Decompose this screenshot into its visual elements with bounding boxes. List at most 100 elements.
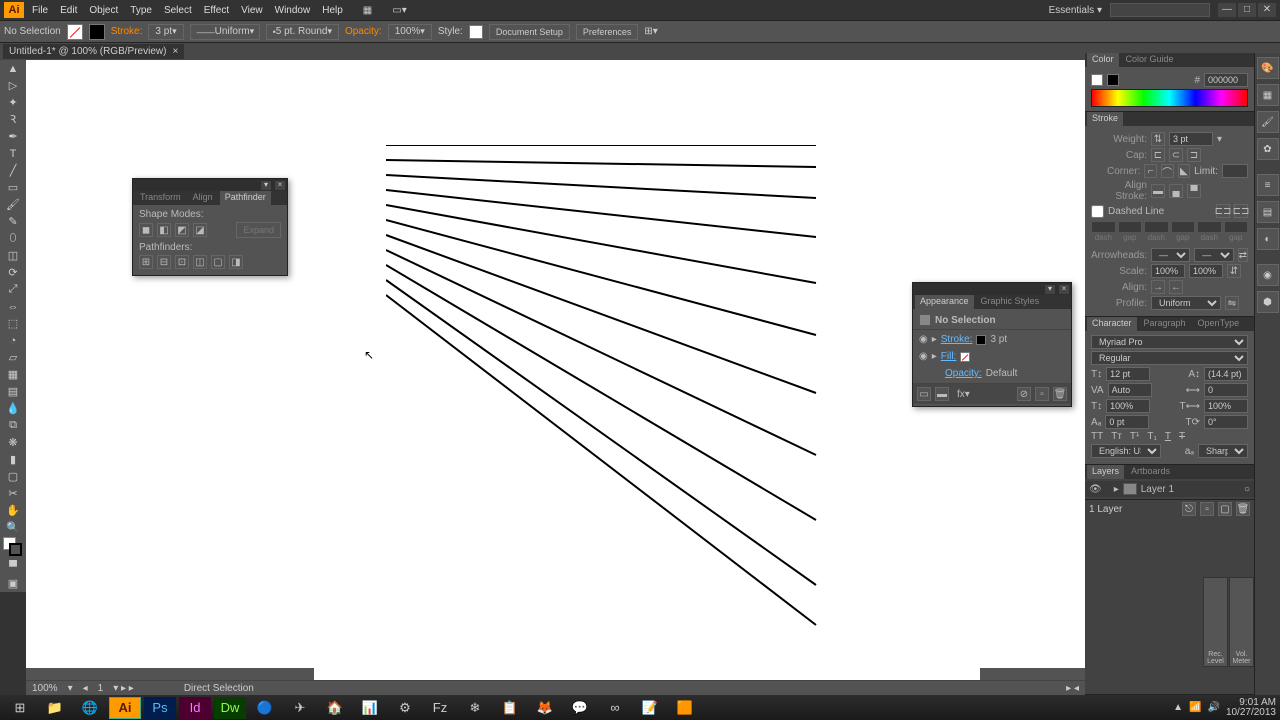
- strip-symbols-icon[interactable]: ✿: [1257, 138, 1279, 160]
- new-layer-icon[interactable]: ▢: [1218, 502, 1232, 516]
- fill-stroke-control[interactable]: [0, 536, 26, 558]
- target-icon[interactable]: ○: [1244, 484, 1250, 495]
- gap2[interactable]: [1171, 221, 1196, 233]
- menu-type[interactable]: Type: [130, 5, 152, 16]
- stroke-weight[interactable]: [1169, 132, 1213, 146]
- locate-icon[interactable]: ⎋: [1182, 502, 1196, 516]
- visibility-icon[interactable]: ◉: [919, 351, 928, 362]
- clock[interactable]: 9:01 AM10/27/2013: [1226, 698, 1276, 718]
- line-tool[interactable]: ╱: [0, 162, 26, 179]
- style-swatch[interactable]: [469, 25, 483, 39]
- dash-align[interactable]: ⊏⊐: [1234, 204, 1248, 218]
- type-tool[interactable]: T: [0, 145, 26, 162]
- clear-icon[interactable]: ⊘: [1017, 387, 1031, 401]
- app-icon-7[interactable]: 💬: [564, 697, 596, 719]
- trim-icon[interactable]: ⊟: [157, 255, 171, 269]
- preferences-button[interactable]: Preferences: [576, 24, 639, 40]
- tab-pathfinder[interactable]: Pathfinder: [220, 191, 271, 205]
- align-outside[interactable]: ▀: [1187, 184, 1201, 198]
- app-icon-8[interactable]: 🟧: [669, 697, 701, 719]
- strip-graphic-styles-icon[interactable]: ⬢: [1257, 291, 1279, 313]
- brush-select[interactable]: —— Uniform ▾: [190, 24, 260, 40]
- gradient-tool[interactable]: ▤: [0, 383, 26, 400]
- strip-gradient-icon[interactable]: ▤: [1257, 201, 1279, 223]
- strikethrough-icon[interactable]: T: [1179, 431, 1185, 442]
- variable-width-profile[interactable]: • 5 pt. Round ▾: [266, 24, 339, 40]
- antialiasing[interactable]: Sharp: [1198, 444, 1248, 458]
- duplicate-icon[interactable]: ▫: [1035, 387, 1049, 401]
- collapse-icon[interactable]: ▾: [261, 181, 271, 190]
- menu-effect[interactable]: Effect: [204, 5, 229, 16]
- arrow-end[interactable]: —: [1194, 248, 1233, 262]
- menu-file[interactable]: File: [32, 5, 48, 16]
- horizontal-scale[interactable]: [1204, 399, 1248, 413]
- eraser-tool[interactable]: ◫: [0, 247, 26, 264]
- network-icon[interactable]: 📶: [1189, 702, 1201, 713]
- tab-color-guide[interactable]: Color Guide: [1121, 53, 1179, 67]
- tab-paragraph[interactable]: Paragraph: [1139, 317, 1191, 331]
- stroke-label[interactable]: Stroke:: [111, 26, 143, 37]
- color-spectrum[interactable]: [1091, 89, 1248, 107]
- collapse-icon[interactable]: ▾: [1045, 285, 1055, 294]
- dash1[interactable]: [1091, 221, 1116, 233]
- app-icon-4[interactable]: ⚙: [389, 697, 421, 719]
- tab-opentype[interactable]: OpenType: [1193, 317, 1245, 331]
- direct-selection-tool[interactable]: ▷: [0, 77, 26, 94]
- blend-tool[interactable]: ⧉: [0, 417, 26, 434]
- workspace-switcher[interactable]: Essentials ▾: [1049, 5, 1102, 16]
- menu-select[interactable]: Select: [164, 5, 192, 16]
- minimize-button[interactable]: —: [1218, 3, 1236, 17]
- close-button[interactable]: ✕: [1258, 3, 1276, 17]
- app-icon-3[interactable]: 📊: [354, 697, 386, 719]
- cap-square[interactable]: ⊐: [1187, 148, 1201, 162]
- close-icon[interactable]: ×: [275, 181, 285, 190]
- delete-icon[interactable]: 🗑: [1053, 387, 1067, 401]
- start-button[interactable]: ⊞: [4, 697, 36, 719]
- strip-color-icon[interactable]: 🎨: [1257, 57, 1279, 79]
- new-fill-icon[interactable]: ▬: [935, 387, 949, 401]
- document-setup-button[interactable]: Document Setup: [489, 24, 570, 40]
- allcaps-icon[interactable]: TT: [1091, 431, 1103, 442]
- app-icon-2[interactable]: 🏠: [319, 697, 351, 719]
- layer-name[interactable]: Layer 1: [1141, 484, 1174, 495]
- tab-stroke[interactable]: Stroke: [1087, 112, 1123, 126]
- dash3[interactable]: [1197, 221, 1222, 233]
- fill-link[interactable]: Fill:: [941, 351, 957, 362]
- opacity-label[interactable]: Opacity:: [345, 26, 382, 37]
- rectangle-tool[interactable]: ▭: [0, 179, 26, 196]
- filezilla-icon[interactable]: Fz: [424, 697, 456, 719]
- tracking[interactable]: [1204, 383, 1248, 397]
- arrow-scale-end[interactable]: [1189, 264, 1223, 278]
- tab-layers[interactable]: Layers: [1087, 465, 1124, 479]
- delete-layer-icon[interactable]: 🗑: [1236, 502, 1250, 516]
- tab-align[interactable]: Align: [188, 191, 218, 205]
- expand-button[interactable]: Expand: [236, 222, 281, 238]
- tab-appearance[interactable]: Appearance: [915, 295, 974, 309]
- maximize-button[interactable]: □: [1238, 3, 1256, 17]
- profile-select[interactable]: Uniform: [1151, 296, 1221, 310]
- firefox-icon[interactable]: 🦊: [529, 697, 561, 719]
- explorer-icon[interactable]: 📁: [39, 697, 71, 719]
- corner-miter[interactable]: ⌐: [1144, 164, 1157, 178]
- unite-icon[interactable]: ◼: [139, 223, 153, 237]
- visibility-icon[interactable]: 👁: [1089, 484, 1102, 495]
- strip-swatches-icon[interactable]: ▦: [1257, 84, 1279, 106]
- visibility-icon[interactable]: ◉: [919, 334, 928, 345]
- chrome-icon[interactable]: 🌐: [74, 697, 106, 719]
- width-tool[interactable]: ⇔: [0, 298, 26, 315]
- document-tab[interactable]: Untitled-1* @ 100% (RGB/Preview) ×: [3, 44, 184, 59]
- align-arrow-2[interactable]: ←: [1169, 280, 1183, 294]
- leading[interactable]: [1204, 367, 1248, 381]
- stroke-link[interactable]: Stroke:: [941, 334, 973, 345]
- char-rotation[interactable]: [1204, 415, 1248, 429]
- stroke-swatch[interactable]: [89, 24, 105, 40]
- opacity-link[interactable]: Opacity:: [945, 368, 982, 379]
- superscript-icon[interactable]: T¹: [1130, 431, 1139, 442]
- pencil-tool[interactable]: ✎: [0, 213, 26, 230]
- underline-icon[interactable]: T: [1165, 431, 1171, 442]
- link-icon[interactable]: ⇅: [1151, 132, 1165, 146]
- opacity-input[interactable]: 100% ▾: [388, 24, 432, 40]
- volume-icon[interactable]: 🔊: [1207, 702, 1219, 713]
- divide-icon[interactable]: ⊞: [139, 255, 153, 269]
- perspective-tool[interactable]: ▱: [0, 349, 26, 366]
